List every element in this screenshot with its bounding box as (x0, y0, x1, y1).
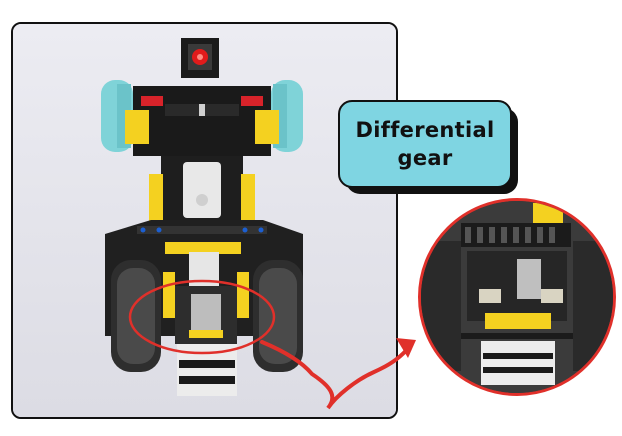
annotation-overlay (128, 279, 416, 410)
ellipse-highlight-icon (128, 279, 276, 355)
curved-arrow-icon (260, 340, 412, 410)
